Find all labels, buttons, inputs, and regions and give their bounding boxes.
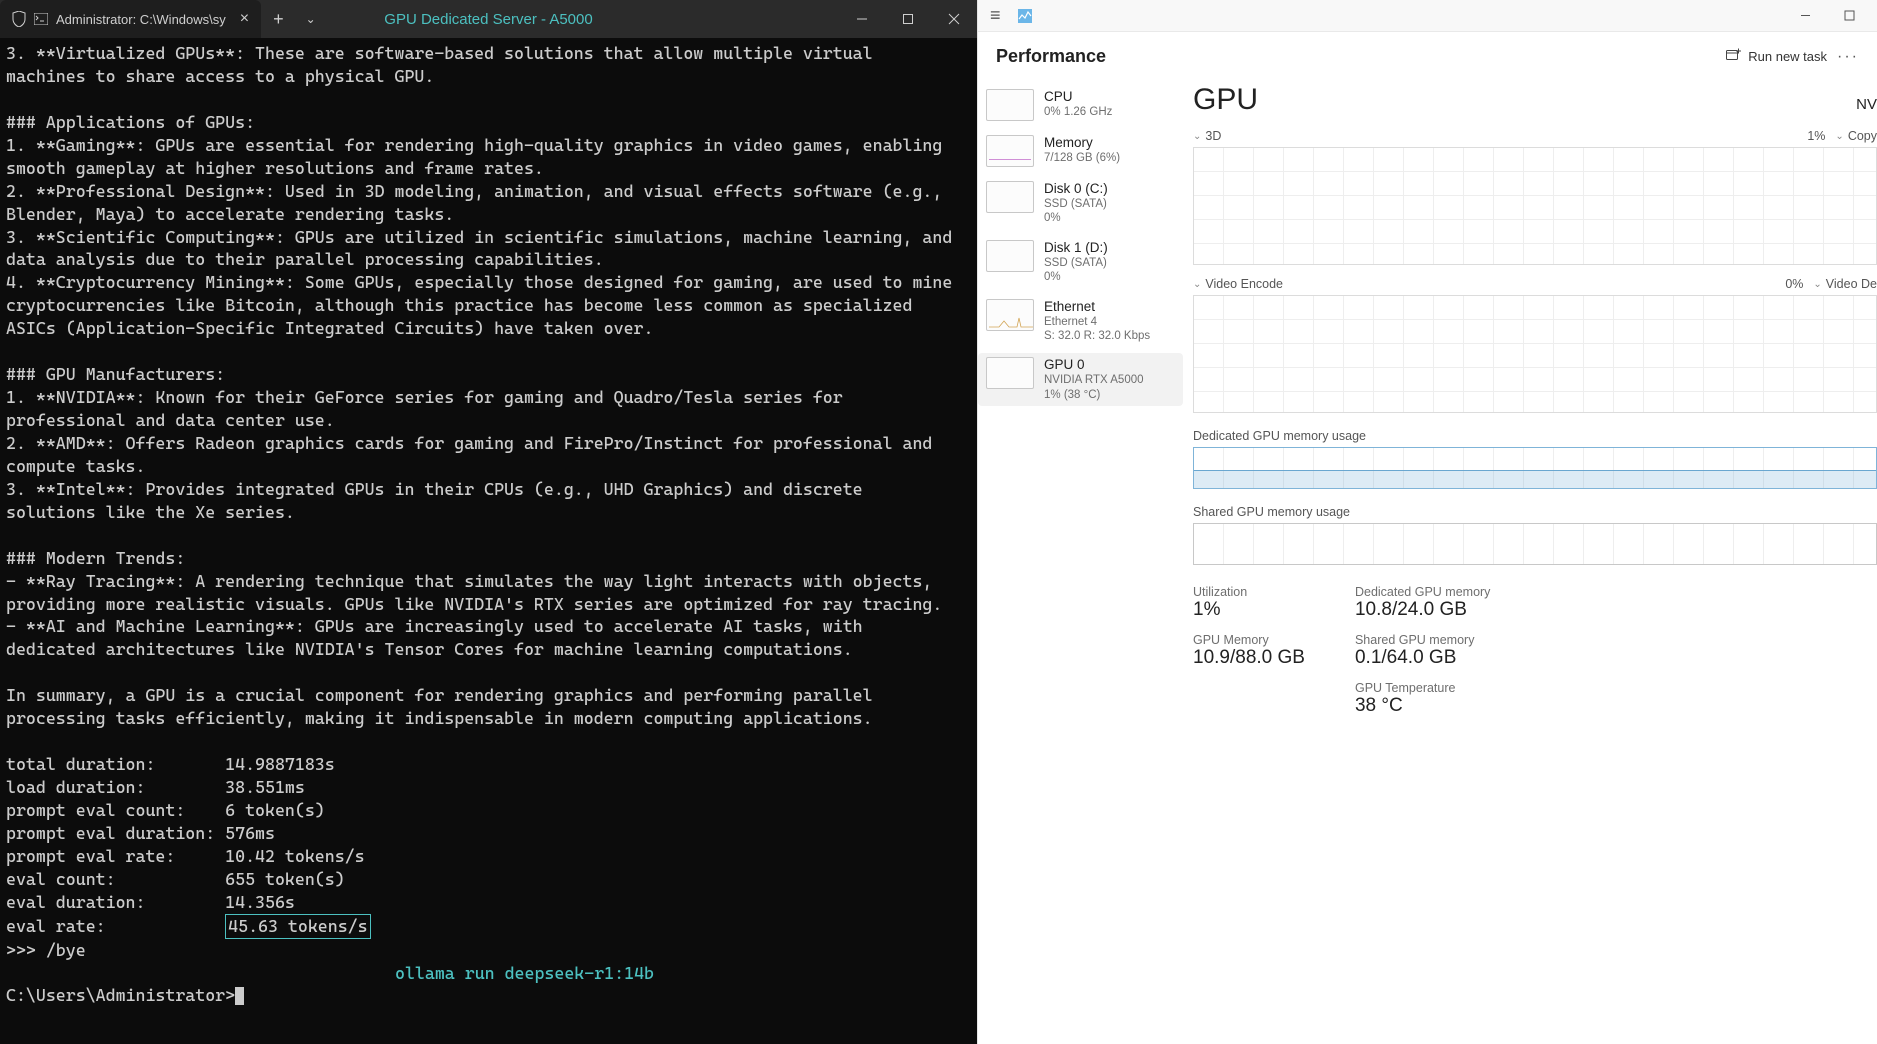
detail-title: GPU <box>1193 83 1258 117</box>
sidebar-item-sub: NVIDIA RTX A5000 1% (38 °C) <box>1044 373 1144 402</box>
performance-header: Performance Run new task ··· <box>978 32 1877 75</box>
tab-title: Administrator: C:\Windows\sy <box>56 12 226 27</box>
stat-shmem-label: Shared GPU memory <box>1355 633 1490 647</box>
gpu-stats-grid: Utilization1% GPU Memory10.9/88.0 GB Ded… <box>1193 585 1877 717</box>
task-manager-window: ≡ Performance Run new task ··· CPU0% 1.2… <box>977 0 1877 1044</box>
minimize-button[interactable] <box>839 0 885 38</box>
chevron-down-icon[interactable]: ⌄ <box>1193 279 1201 290</box>
chevron-down-icon[interactable]: ⌄ <box>1835 131 1843 142</box>
sidebar-item-sub: SSD (SATA) 0% <box>1044 256 1108 285</box>
dedicated-mem-label: Dedicated GPU memory usage <box>1193 429 1877 443</box>
terminal-titlebar[interactable]: Administrator: C:\Windows\sy × + ⌄ GPU D… <box>0 0 977 38</box>
shield-icon <box>12 11 26 27</box>
terminal-tab[interactable]: Administrator: C:\Windows\sy × <box>0 0 261 38</box>
terminal-output: 3. **Virtualized GPUs**: These are softw… <box>6 43 952 912</box>
hamburger-menu-button[interactable]: ≡ <box>984 1 1007 30</box>
sidebar-item-label: Disk 0 (C:) <box>1044 181 1108 196</box>
sidebar-item-label: Ethernet <box>1044 299 1150 314</box>
taskmgr-titlebar[interactable]: ≡ <box>978 0 1877 32</box>
performance-sidebar: CPU0% 1.26 GHz Memory7/128 GB (6%) Disk … <box>978 75 1193 1044</box>
taskmgr-maximize-button[interactable] <box>1827 2 1871 30</box>
bye-line: >>> /bye <box>6 940 86 960</box>
stat-dedmem-label: Dedicated GPU memory <box>1355 585 1490 599</box>
run-task-icon <box>1726 48 1742 65</box>
terminal-icon <box>34 13 48 25</box>
shared-mem-label: Shared GPU memory usage <box>1193 505 1877 519</box>
stat-utilization-value: 1% <box>1193 599 1305 621</box>
sidebar-item-sub: 0% 1.26 GHz <box>1044 105 1112 119</box>
graph-copy-label[interactable]: Copy <box>1848 129 1877 143</box>
maximize-button[interactable] <box>885 0 931 38</box>
close-button[interactable] <box>931 0 977 38</box>
taskmgr-app-icon <box>1017 8 1033 24</box>
gpu-detail-panel: GPU NV ⌄ 3D 1% ⌄ Copy ⌄ Video Encode 0% ⌄ Video … <box>1193 75 1877 1044</box>
eval-rate-prefix: eval rate: <box>6 916 225 936</box>
run-new-task-button[interactable]: Run new task <box>1726 48 1827 65</box>
eval-rate-highlight: 45.63 tokens/s <box>225 914 370 939</box>
ethernet-thumbnail <box>986 299 1034 331</box>
run-new-task-label: Run new task <box>1748 49 1827 64</box>
graph-video-decode-label[interactable]: Video De <box>1826 277 1877 291</box>
graph-video-encode <box>1193 295 1877 413</box>
stat-gpumem-label: GPU Memory <box>1193 633 1305 647</box>
sidebar-item-disk0[interactable]: Disk 0 (C:)SSD (SATA) 0% <box>978 177 1183 230</box>
sidebar-item-label: CPU <box>1044 89 1112 104</box>
window-title: GPU Dedicated Server - A5000 <box>384 11 592 28</box>
detail-device-name: NV <box>1856 96 1877 113</box>
stat-utilization-label: Utilization <box>1193 585 1305 599</box>
sidebar-item-label: Disk 1 (D:) <box>1044 240 1108 255</box>
stat-dedmem-value: 10.8/24.0 GB <box>1355 599 1490 621</box>
performance-content: CPU0% 1.26 GHz Memory7/128 GB (6%) Disk … <box>978 75 1877 1044</box>
stat-gpumem-value: 10.9/88.0 GB <box>1193 647 1305 669</box>
sidebar-item-gpu0[interactable]: GPU 0NVIDIA RTX A5000 1% (38 °C) <box>978 353 1183 406</box>
disk1-thumbnail <box>986 240 1034 272</box>
page-title: Performance <box>996 46 1106 67</box>
new-tab-button[interactable]: + <box>261 9 296 30</box>
sidebar-item-disk1[interactable]: Disk 1 (D:)SSD (SATA) 0% <box>978 236 1183 289</box>
stat-temp-label: GPU Temperature <box>1355 681 1490 695</box>
sidebar-item-memory[interactable]: Memory7/128 GB (6%) <box>978 131 1183 171</box>
ollama-command-annotation: ollama run deepseek-r1:14b <box>395 962 654 985</box>
sidebar-item-ethernet[interactable]: EthernetEthernet 4 S: 32.0 R: 32.0 Kbps <box>978 295 1183 348</box>
graph-3d-label[interactable]: 3D <box>1205 129 1221 143</box>
memory-thumbnail <box>986 135 1034 167</box>
sidebar-item-label: GPU 0 <box>1044 357 1144 372</box>
taskmgr-window-controls <box>1783 2 1871 30</box>
graph-3d-pct: 1% <box>1807 129 1825 143</box>
cursor <box>235 987 244 1005</box>
gpu0-thumbnail <box>986 357 1034 389</box>
stat-temp-value: 38 °C <box>1355 695 1490 717</box>
graph-video-encode-pct: 0% <box>1785 277 1803 291</box>
terminal-window: Administrator: C:\Windows\sy × + ⌄ GPU D… <box>0 0 977 1044</box>
cpu-thumbnail <box>986 89 1034 121</box>
disk0-thumbnail <box>986 181 1034 213</box>
sidebar-item-sub: SSD (SATA) 0% <box>1044 197 1108 226</box>
stat-shmem-value: 0.1/64.0 GB <box>1355 647 1490 669</box>
graph-video-encode-label[interactable]: Video Encode <box>1205 277 1283 291</box>
chevron-down-icon[interactable]: ⌄ <box>1193 131 1201 142</box>
window-controls <box>839 0 977 38</box>
graph-3d <box>1193 147 1877 265</box>
tab-close-button[interactable]: × <box>240 10 249 28</box>
terminal-body[interactable]: 3. **Virtualized GPUs**: These are softw… <box>0 38 977 1044</box>
chevron-down-icon[interactable]: ⌄ <box>1813 279 1821 290</box>
graph-shared-gpu-memory <box>1193 523 1877 565</box>
sidebar-item-sub: Ethernet 4 S: 32.0 R: 32.0 Kbps <box>1044 315 1150 344</box>
sidebar-item-cpu[interactable]: CPU0% 1.26 GHz <box>978 85 1183 125</box>
taskmgr-minimize-button[interactable] <box>1783 2 1827 30</box>
sidebar-item-sub: 7/128 GB (6%) <box>1044 151 1120 165</box>
tab-dropdown-button[interactable]: ⌄ <box>296 12 326 26</box>
graph-dedicated-gpu-memory <box>1193 447 1877 489</box>
prompt-line: C:\Users\Administrator> <box>6 985 235 1005</box>
more-options-button[interactable]: ··· <box>1837 48 1859 66</box>
sidebar-item-label: Memory <box>1044 135 1120 150</box>
